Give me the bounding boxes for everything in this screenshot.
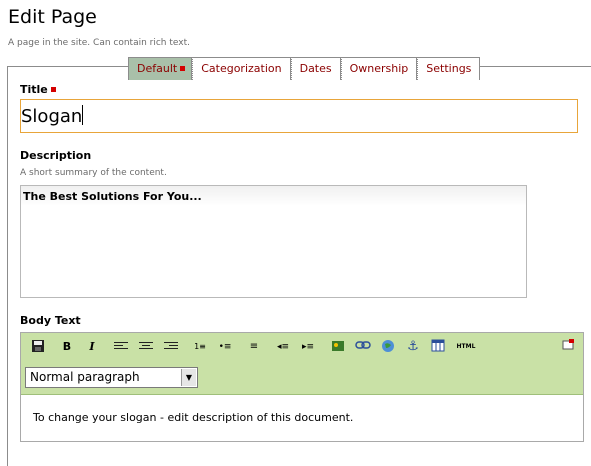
- page-title: Edit Page: [8, 6, 97, 28]
- insert-link-icon[interactable]: [354, 339, 372, 355]
- body-text-label: Body Text: [20, 314, 81, 327]
- text-caret: [82, 105, 84, 125]
- tab-default-label: Default: [137, 62, 178, 75]
- required-icon: [50, 87, 56, 92]
- title-label: Title: [20, 83, 48, 96]
- html-icon[interactable]: HTML: [454, 339, 478, 355]
- tab-ownership[interactable]: Ownership: [340, 57, 418, 80]
- outdent-icon[interactable]: ◂≡: [274, 339, 292, 355]
- align-center-icon[interactable]: [139, 342, 153, 352]
- chevron-down-icon[interactable]: ▼: [181, 369, 196, 386]
- insert-image-icon[interactable]: [329, 339, 347, 355]
- align-right-icon[interactable]: [164, 342, 178, 352]
- bullet-list-icon[interactable]: •≡: [216, 339, 234, 355]
- indent-icon[interactable]: ▸≡: [299, 339, 317, 355]
- description-field[interactable]: The Best Solutions For You...: [20, 185, 527, 298]
- tab-settings[interactable]: Settings: [417, 57, 481, 80]
- tab-default[interactable]: Default: [128, 57, 193, 80]
- external-link-icon[interactable]: [379, 339, 397, 355]
- title-field-value: Slogan: [21, 106, 83, 127]
- tab-dates[interactable]: Dates: [290, 57, 341, 80]
- description-label: Description: [20, 149, 92, 162]
- form-tabs: Default Categorization Dates Ownership S…: [128, 57, 481, 80]
- rich-text-editor: B I 1≡ •≡ ≡ ◂≡ ▸≡ ⚓ HTML Normal paragrap…: [20, 332, 584, 442]
- title-label-wrap: Title: [20, 83, 56, 96]
- definition-list-icon[interactable]: ≡: [245, 339, 263, 355]
- title-field[interactable]: Slogan: [20, 99, 578, 133]
- body-text-content[interactable]: To change your slogan - edit description…: [33, 411, 353, 424]
- save-icon[interactable]: [29, 339, 47, 355]
- required-icon: [180, 66, 186, 71]
- paragraph-format-value: Normal paragraph: [30, 370, 140, 384]
- editor-toolbar: B I 1≡ •≡ ≡ ◂≡ ▸≡ ⚓ HTML Normal paragrap…: [21, 333, 583, 395]
- paragraph-format-select[interactable]: Normal paragraph ▼: [25, 367, 198, 388]
- page-description: A page in the site. Can contain rich tex…: [8, 38, 190, 48]
- fullscreen-icon[interactable]: [559, 339, 577, 355]
- bold-icon[interactable]: B: [58, 339, 76, 355]
- align-left-icon[interactable]: [114, 342, 128, 352]
- italic-icon[interactable]: I: [83, 339, 101, 355]
- tab-categorization[interactable]: Categorization: [192, 57, 291, 80]
- numbered-list-icon[interactable]: 1≡: [191, 339, 209, 355]
- table-icon[interactable]: [429, 339, 447, 355]
- description-help: A short summary of the content.: [20, 168, 167, 178]
- anchor-icon[interactable]: ⚓: [404, 339, 422, 355]
